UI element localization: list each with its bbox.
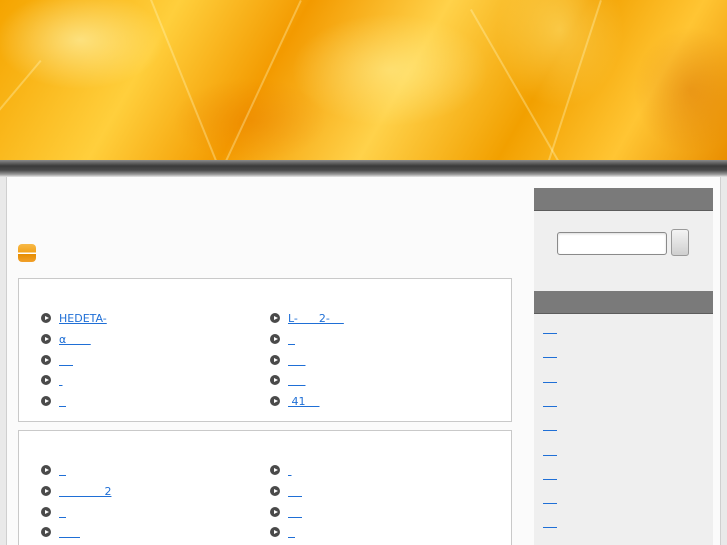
link-box-1 bbox=[18, 278, 512, 422]
list-item: α bbox=[41, 332, 91, 346]
arrow-right-icon bbox=[41, 313, 51, 323]
sidebar-link[interactable] bbox=[543, 395, 557, 405]
search-input[interactable] bbox=[557, 232, 667, 255]
list-item bbox=[41, 525, 80, 539]
category-link[interactable] bbox=[288, 333, 295, 346]
category-link[interactable] bbox=[59, 526, 80, 539]
arrow-right-icon bbox=[270, 355, 280, 365]
sidebar-link[interactable] bbox=[543, 419, 557, 429]
list-item: 41 bbox=[270, 394, 319, 408]
category-link[interactable] bbox=[288, 374, 305, 387]
arrow-right-icon bbox=[270, 486, 280, 496]
frame-right bbox=[720, 177, 727, 545]
list-item bbox=[270, 505, 302, 519]
sidebar-link[interactable] bbox=[543, 516, 557, 526]
arrow-right-icon bbox=[41, 507, 51, 517]
category-link[interactable] bbox=[288, 485, 302, 498]
category-link[interactable] bbox=[59, 464, 66, 477]
list-item bbox=[270, 484, 302, 498]
list-item: L- 2- bbox=[270, 311, 344, 325]
list-item bbox=[270, 332, 295, 346]
sidebar-link[interactable] bbox=[543, 371, 557, 381]
list-item bbox=[41, 353, 73, 367]
list-item bbox=[270, 525, 295, 539]
page: HEDETA- α L- 2- 41 2 bbox=[0, 0, 727, 545]
section-bullet-icon bbox=[18, 244, 36, 262]
arrow-right-icon bbox=[41, 527, 51, 537]
sidebar-link[interactable] bbox=[543, 492, 557, 502]
list-item bbox=[41, 394, 66, 408]
arrow-right-icon bbox=[270, 396, 280, 406]
category-link[interactable]: α bbox=[59, 333, 91, 346]
sidebar-links-header bbox=[534, 291, 713, 314]
category-link[interactable] bbox=[288, 354, 305, 367]
list-item bbox=[270, 463, 292, 477]
arrow-right-icon bbox=[41, 465, 51, 475]
list-item bbox=[41, 373, 63, 387]
list-item bbox=[41, 505, 66, 519]
arrow-right-icon bbox=[270, 334, 280, 344]
search-button[interactable] bbox=[671, 229, 689, 256]
sidebar-search-header bbox=[534, 188, 713, 211]
category-link[interactable] bbox=[288, 464, 292, 477]
list-item bbox=[270, 353, 305, 367]
category-link[interactable] bbox=[59, 354, 73, 367]
category-link[interactable]: 41 bbox=[288, 395, 319, 408]
arrow-right-icon bbox=[270, 527, 280, 537]
list-item bbox=[41, 463, 66, 477]
sidebar-link[interactable] bbox=[543, 346, 557, 356]
arrow-right-icon bbox=[41, 375, 51, 385]
category-link[interactable] bbox=[288, 506, 302, 519]
arrow-right-icon bbox=[270, 465, 280, 475]
frame-left bbox=[0, 177, 7, 545]
category-link[interactable]: 2 bbox=[59, 485, 111, 498]
arrow-right-icon bbox=[270, 313, 280, 323]
category-link[interactable] bbox=[288, 526, 295, 539]
sidebar-link[interactable] bbox=[543, 322, 557, 332]
header-banner bbox=[0, 0, 727, 160]
arrow-right-icon bbox=[41, 486, 51, 496]
category-link[interactable] bbox=[59, 506, 66, 519]
arrow-right-icon bbox=[41, 355, 51, 365]
header-divider bbox=[0, 160, 727, 177]
list-item: HEDETA- bbox=[41, 311, 107, 325]
sidebar-link[interactable] bbox=[543, 444, 557, 454]
arrow-right-icon bbox=[41, 396, 51, 406]
category-link[interactable] bbox=[59, 395, 66, 408]
list-item: 2 bbox=[41, 484, 111, 498]
sidebar-link[interactable] bbox=[543, 468, 557, 478]
category-link[interactable]: HEDETA- bbox=[59, 312, 107, 325]
category-link[interactable] bbox=[59, 374, 63, 387]
arrow-right-icon bbox=[270, 375, 280, 385]
arrow-right-icon bbox=[270, 507, 280, 517]
category-link[interactable]: L- 2- bbox=[288, 312, 344, 325]
arrow-right-icon bbox=[41, 334, 51, 344]
list-item bbox=[270, 373, 305, 387]
